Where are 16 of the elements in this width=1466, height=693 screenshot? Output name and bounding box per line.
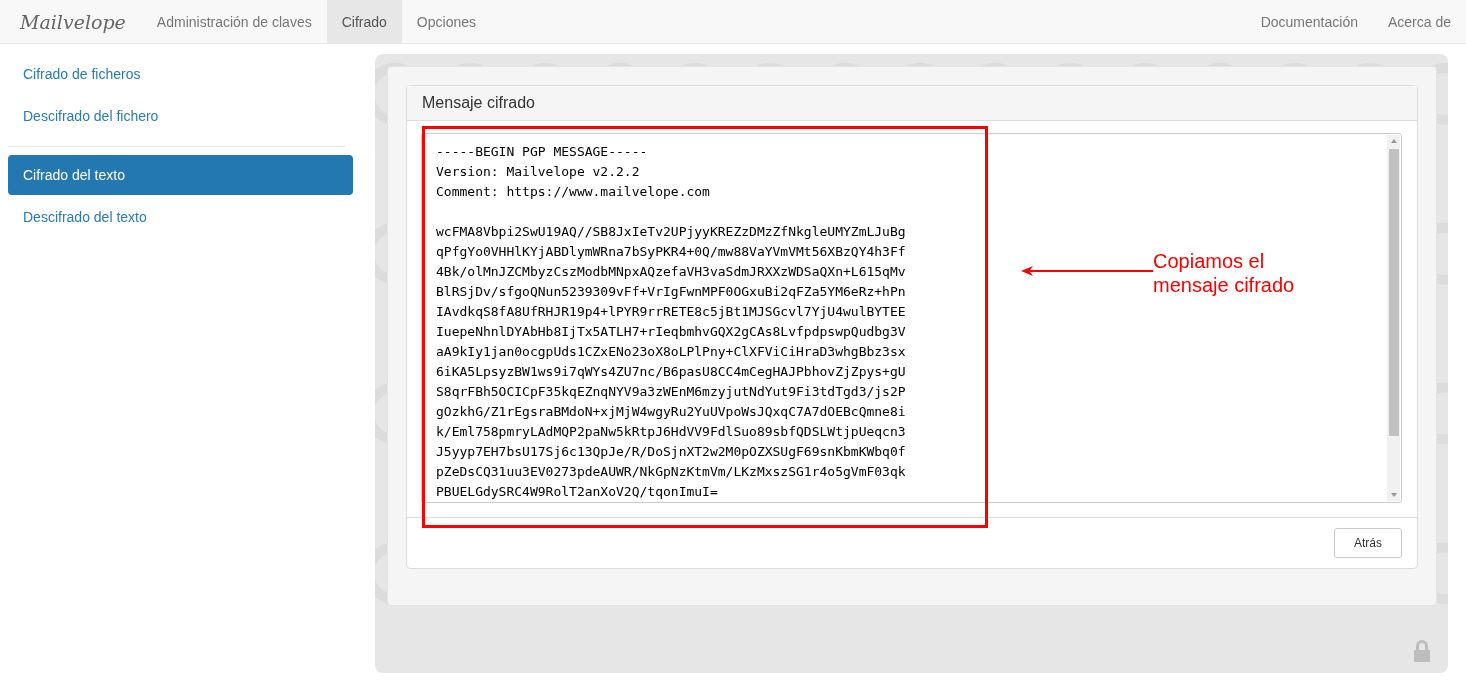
nav-tab[interactable]: Cifrado — [326, 0, 402, 43]
nav-tab[interactable]: Opciones — [401, 0, 491, 43]
nav-link[interactable]: Acerca de — [1372, 0, 1466, 43]
sidebar-item[interactable]: Cifrado del texto — [8, 155, 353, 195]
back-button[interactable]: Atrás — [1334, 528, 1402, 558]
lock-icon — [1412, 639, 1432, 663]
annotation-text: Copiamos el mensaje cifrado — [1153, 249, 1296, 297]
nav-link[interactable]: Documentación — [1245, 0, 1373, 43]
panel-title: Mensaje cifrado — [422, 94, 535, 111]
sidebar-item[interactable]: Cifrado de ficheros — [8, 54, 353, 94]
nav-tab[interactable]: Administración de claves — [141, 0, 327, 43]
arrow-icon — [1021, 265, 1153, 277]
brand-logo[interactable]: Mailvelope — [0, 0, 142, 43]
sidebar-item[interactable]: Descifrado del fichero — [8, 96, 353, 136]
scrollbar[interactable] — [1387, 135, 1400, 501]
sidebar-item[interactable]: Descifrado del texto — [8, 197, 353, 237]
